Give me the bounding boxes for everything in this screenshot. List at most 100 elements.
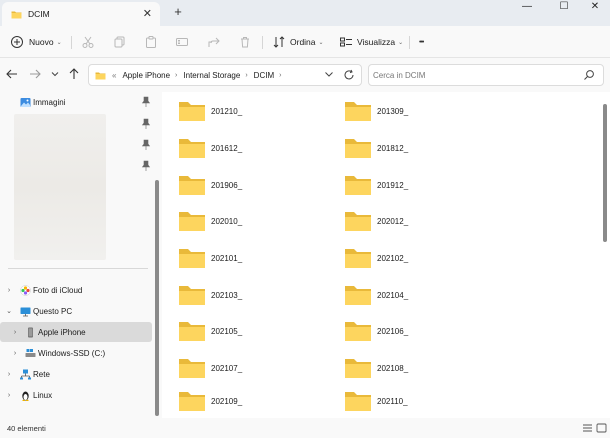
pin-icon[interactable] xyxy=(141,139,151,151)
folder-icon xyxy=(345,176,371,195)
sidebar-item-immagini[interactable]: Immagini xyxy=(0,92,152,112)
share-icon[interactable] xyxy=(207,35,221,49)
copy-icon[interactable] xyxy=(113,35,127,49)
sidebar-scrollbar[interactable] xyxy=(155,180,159,416)
content-scrollbar[interactable] xyxy=(603,104,607,242)
folder-icon xyxy=(179,286,205,305)
search-box[interactable] xyxy=(368,64,604,86)
delete-icon[interactable] xyxy=(238,35,252,49)
large-icons-view-icon[interactable] xyxy=(596,423,607,433)
sidebar-item-apple-iphone[interactable]: › Apple iPhone xyxy=(0,322,152,342)
folder-name: 202104_ xyxy=(377,290,409,300)
breadcrumb-chevron-icon[interactable]: › xyxy=(279,72,281,79)
sidebar-item-label: Foto di iCloud xyxy=(33,285,83,295)
phone-icon xyxy=(28,327,33,337)
folder-item[interactable]: 202110_ xyxy=(344,387,408,415)
chevron-right-icon[interactable]: › xyxy=(10,329,20,336)
folder-name: 202010_ xyxy=(211,216,243,226)
drive-icon xyxy=(25,348,36,357)
sidebar-item-label: Apple iPhone xyxy=(38,327,86,337)
breadcrumb-overflow[interactable]: « xyxy=(112,71,116,80)
forward-arrow-icon[interactable] xyxy=(28,67,42,81)
chevron-right-icon[interactable]: › xyxy=(4,287,14,294)
folder-name: 201309_ xyxy=(377,106,409,116)
folder-item[interactable]: 202109_ xyxy=(178,387,242,415)
folder-item[interactable]: 201912_ xyxy=(344,171,408,199)
divider xyxy=(8,268,148,269)
folder-name: 201812_ xyxy=(377,143,409,153)
sidebar-item-linux[interactable]: › Linux xyxy=(0,385,152,405)
search-input[interactable] xyxy=(373,68,573,82)
folder-name: 202109_ xyxy=(211,396,243,406)
tab-dcim[interactable]: DCIM ✕ xyxy=(2,2,160,26)
folder-item[interactable]: 201210_ xyxy=(178,97,242,125)
details-view-icon[interactable] xyxy=(582,423,593,433)
view-button[interactable]: Visualizza ⌄ xyxy=(339,33,403,51)
folder-item[interactable]: 202104_ xyxy=(344,281,408,309)
title-bar: DCIM ✕ + — ☐ ✕ xyxy=(0,0,610,26)
sidebar-item-label: Rete xyxy=(33,369,50,379)
chevron-down-icon[interactable]: ⌄ xyxy=(4,307,14,315)
sort-button[interactable]: Ordina ⌄ xyxy=(272,33,324,51)
folder-item[interactable]: 202106_ xyxy=(344,317,408,345)
breadcrumb-chevron-icon[interactable]: › xyxy=(175,72,177,79)
folder-icon xyxy=(179,212,205,231)
sidebar-item-windows-ssd[interactable]: › Windows-SSD (C:) xyxy=(0,343,152,363)
folder-icon xyxy=(345,392,371,411)
address-dropdown-chevron-icon[interactable] xyxy=(323,68,335,80)
chevron-right-icon[interactable]: › xyxy=(4,371,14,378)
folder-icon xyxy=(345,359,371,378)
folder-item[interactable]: 201309_ xyxy=(344,97,408,125)
up-arrow-icon[interactable] xyxy=(67,67,81,81)
folder-item[interactable]: 202101_ xyxy=(178,244,242,272)
sidebar-item-label: Linux xyxy=(33,390,53,400)
chevron-right-icon[interactable]: › xyxy=(4,392,14,399)
folder-item[interactable]: 201612_ xyxy=(178,134,242,162)
folder-icon xyxy=(179,176,205,195)
folder-item[interactable]: 201812_ xyxy=(344,134,408,162)
sidebar-item-label: Questo PC xyxy=(33,306,73,316)
pin-icon[interactable] xyxy=(141,160,151,172)
sidebar-item-questo-pc[interactable]: ⌄ Questo PC xyxy=(0,301,152,321)
breadcrumb-chevron-icon[interactable]: › xyxy=(245,72,247,79)
breadcrumb-dcim[interactable]: DCIM xyxy=(254,71,274,80)
refresh-icon[interactable] xyxy=(343,69,355,81)
new-tab-button[interactable]: + xyxy=(170,4,186,20)
folder-item[interactable]: 202102_ xyxy=(344,244,408,272)
pin-icon[interactable] xyxy=(141,96,151,108)
folder-name: 202106_ xyxy=(377,326,409,336)
maximize-button[interactable]: ☐ xyxy=(549,0,579,14)
folder-icon xyxy=(179,102,205,121)
folder-item[interactable]: 202012_ xyxy=(344,207,408,235)
divider xyxy=(262,36,263,49)
folder-icon xyxy=(345,322,371,341)
sidebar-item-foto-di-icloud[interactable]: › Foto di iCloud xyxy=(0,280,152,300)
breadcrumb-apple-iphone[interactable]: Apple iPhone xyxy=(122,71,170,80)
sidebar-item-rete[interactable]: › Rete xyxy=(0,364,152,384)
view-button-label: Visualizza xyxy=(357,37,396,47)
breadcrumb-internal-storage[interactable]: Internal Storage xyxy=(183,71,240,80)
chevron-right-icon[interactable]: › xyxy=(10,350,20,357)
search-icon[interactable] xyxy=(583,69,595,81)
new-button[interactable]: Nuovo ⌄ xyxy=(10,33,62,51)
cut-icon[interactable] xyxy=(81,35,95,49)
address-bar[interactable]: « Apple iPhone › Internal Storage › DCIM… xyxy=(88,64,362,86)
folder-item[interactable]: 202105_ xyxy=(178,317,242,345)
close-window-button[interactable]: ✕ xyxy=(580,0,610,14)
paste-icon[interactable] xyxy=(144,35,158,49)
minimize-button[interactable]: — xyxy=(512,0,542,14)
navigation-pane: Immagini › Foto di iCloud ⌄ Questo PC › … xyxy=(0,92,162,418)
recent-locations-chevron-icon[interactable] xyxy=(48,67,62,81)
linux-penguin-icon xyxy=(22,391,29,401)
close-tab-icon[interactable]: ✕ xyxy=(143,7,152,21)
folder-item[interactable]: 202010_ xyxy=(178,207,242,235)
folder-name: 202101_ xyxy=(211,253,243,263)
folder-item[interactable]: 202107_ xyxy=(178,354,242,382)
folder-item[interactable]: 202108_ xyxy=(344,354,408,382)
more-options-button[interactable]: ••• xyxy=(419,33,424,51)
pin-icon[interactable] xyxy=(141,118,151,130)
folder-item[interactable]: 202103_ xyxy=(178,281,242,309)
rename-icon[interactable] xyxy=(175,35,189,49)
back-arrow-icon[interactable] xyxy=(5,67,19,81)
folder-item[interactable]: 201906_ xyxy=(178,171,242,199)
